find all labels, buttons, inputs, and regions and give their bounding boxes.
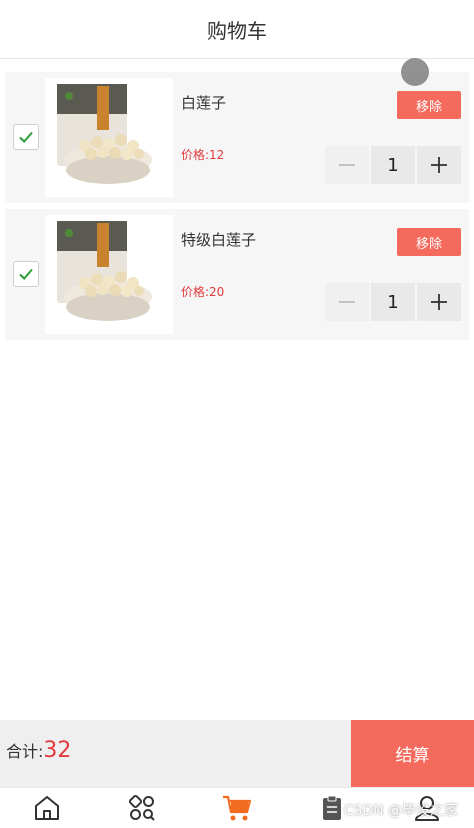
- quantity-stepper: 1: [325, 283, 461, 321]
- minus-icon: [339, 301, 355, 303]
- tab-home[interactable]: [0, 788, 95, 828]
- decrease-button[interactable]: [325, 283, 369, 321]
- tab-category[interactable]: [95, 788, 190, 828]
- check-icon: [19, 131, 33, 143]
- quantity-value[interactable]: 1: [371, 146, 415, 184]
- product-price: 价格:20: [181, 285, 225, 299]
- plus-icon: [431, 157, 447, 173]
- tab-cart[interactable]: [190, 788, 285, 828]
- total-label: 合计:: [6, 742, 44, 761]
- item-checkbox[interactable]: [13, 261, 39, 287]
- product-name[interactable]: 白莲子: [181, 92, 226, 113]
- touch-indicator: [401, 58, 429, 86]
- cart-icon: [222, 795, 252, 821]
- home-icon: [35, 796, 60, 820]
- product-image[interactable]: [45, 78, 173, 197]
- quantity-stepper: 1: [325, 146, 461, 184]
- plus-icon: [431, 294, 447, 310]
- category-icon: [129, 794, 155, 821]
- total-summary: 合计: 32: [6, 738, 71, 763]
- remove-button[interactable]: 移除: [397, 228, 461, 256]
- product-price: 价格:12: [181, 148, 225, 162]
- decrease-button[interactable]: [325, 146, 369, 184]
- cart-item: 特级白莲子 价格:20 移除 1: [5, 209, 469, 340]
- increase-button[interactable]: [417, 283, 461, 321]
- increase-button[interactable]: [417, 146, 461, 184]
- check-icon: [19, 268, 33, 280]
- watermark: CSDN @毕设之家: [343, 803, 458, 819]
- item-checkbox[interactable]: [13, 124, 39, 150]
- cart-list: 白莲子 价格:12 移除 1 特级白莲子 价格:20 移除 1: [5, 72, 469, 346]
- page-header: 购物车: [0, 0, 474, 59]
- product-name[interactable]: 特级白莲子: [181, 229, 256, 250]
- cart-page: 购物车 白莲子 价格:12 移除 1 特级白莲子 价格:20 移除 1 合计: …: [0, 0, 474, 828]
- checkout-button[interactable]: 结算: [351, 720, 474, 787]
- quantity-value[interactable]: 1: [371, 283, 415, 321]
- total-value: 32: [43, 738, 72, 763]
- checkout-bar: 合计: 32 结算: [0, 720, 474, 787]
- product-image[interactable]: [45, 215, 173, 334]
- orders-icon: [322, 795, 341, 820]
- cart-item: 白莲子 价格:12 移除 1: [5, 72, 469, 203]
- page-title: 购物车: [207, 18, 267, 43]
- minus-icon: [339, 164, 355, 166]
- remove-button[interactable]: 移除: [397, 91, 461, 119]
